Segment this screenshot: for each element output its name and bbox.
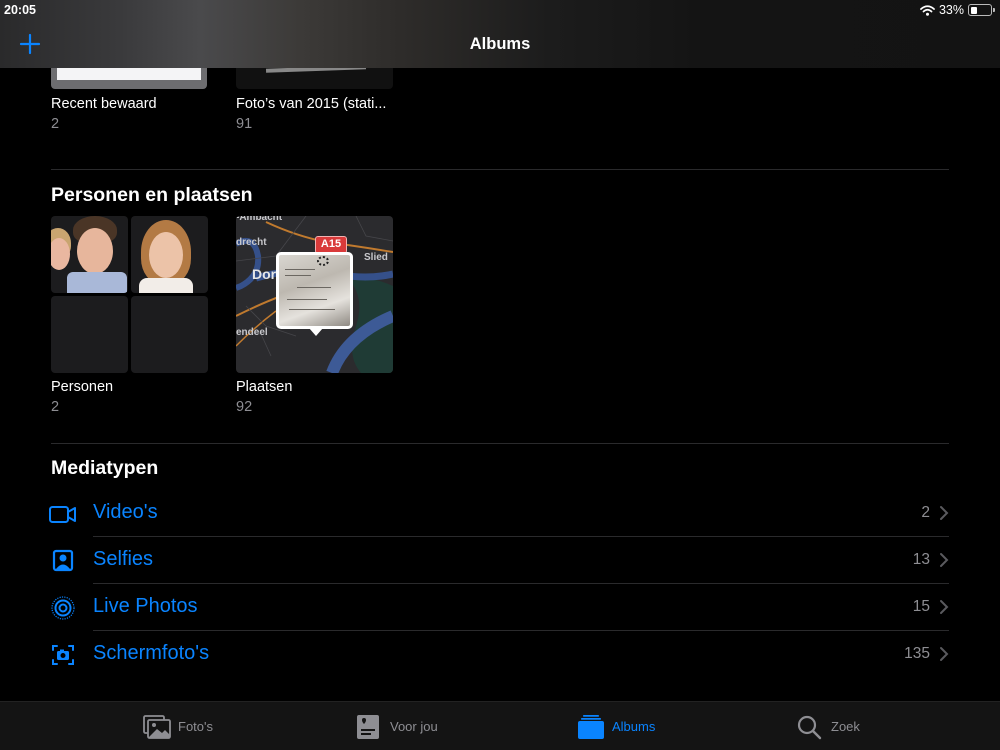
media-row-screenshots[interactable]: Schermfoto's 135 (0, 631, 1000, 678)
tab-bar: Foto's Voor jou Albums Zoek (0, 701, 1000, 750)
media-count: 2 (921, 504, 930, 521)
status-indicators: 33% (920, 3, 995, 17)
video-camera-icon (49, 506, 76, 523)
tab-label: Zoek (831, 719, 860, 734)
tab-label: Voor jou (390, 719, 438, 734)
map-label: endeel (236, 327, 268, 338)
places-album-title: Plaatsen (236, 379, 293, 395)
tab-label: Foto's (178, 719, 213, 734)
tab-for-you[interactable]: Voor jou (355, 702, 438, 750)
tab-search[interactable]: Zoek (796, 702, 860, 750)
places-album-count: 92 (236, 399, 253, 415)
page-title: Albums (469, 35, 531, 53)
map-label: drecht (236, 237, 267, 248)
section-divider (51, 169, 949, 170)
media-count: 135 (904, 645, 930, 662)
person-photo (51, 216, 128, 293)
live-photo-icon (51, 596, 75, 620)
media-label: Video's (93, 501, 158, 523)
media-label: Live Photos (93, 595, 198, 617)
battery-icon (968, 4, 995, 16)
media-count: 13 (912, 551, 930, 568)
map-label: -Ambacht (236, 216, 283, 223)
album-count: 91 (236, 116, 253, 132)
selfie-portrait-icon (52, 549, 74, 572)
chevron-right-icon (940, 506, 949, 520)
person-placeholder (51, 296, 128, 373)
albums-scroll-content[interactable]: Recent bewaard 2 Foto’s van 2015 (stati.… (0, 0, 1000, 750)
people-album-count: 2 (51, 399, 60, 415)
media-row-live-photos[interactable]: Live Photos 15 (0, 584, 1000, 631)
media-row-videos[interactable]: Video's 2 (0, 490, 1000, 537)
person-placeholder (131, 296, 208, 373)
section-title-people-places: Personen en plaatsen (51, 184, 253, 206)
albums-icon (578, 714, 604, 739)
people-album-title: Personen (51, 379, 114, 395)
tab-photos[interactable]: Foto's (143, 702, 213, 750)
screenshot-icon (52, 645, 74, 665)
media-label: Schermfoto's (93, 642, 210, 664)
photos-icon (143, 714, 171, 739)
people-album-thumbnail[interactable] (51, 216, 208, 373)
person-photo (131, 216, 208, 293)
search-icon (797, 715, 822, 739)
media-row-selfies[interactable]: Selfies 13 (0, 537, 1000, 584)
places-map-thumbnail[interactable]: -Ambacht drecht Dor Slied endeel A15 (236, 216, 393, 373)
media-count: 15 (912, 598, 930, 615)
map-label: Dor (252, 266, 277, 282)
wifi-icon (920, 4, 935, 16)
album-count: 2 (51, 116, 60, 132)
section-title-media-types: Mediatypen (51, 457, 159, 479)
section-divider (51, 443, 949, 444)
for-you-icon (357, 714, 379, 739)
battery-percent: 33% (938, 3, 964, 17)
map-label: Slied (364, 252, 388, 263)
media-label: Selfies (93, 548, 154, 570)
album-title: Recent bewaard (51, 96, 157, 112)
chevron-right-icon (940, 647, 949, 661)
map-pin-tip (309, 328, 323, 336)
chevron-right-icon (940, 553, 949, 567)
status-time: 20:05 (4, 3, 36, 17)
tab-albums[interactable]: Albums (577, 702, 655, 750)
navigation-bar: 20:05 33% Albums (0, 0, 1000, 68)
chevron-right-icon (940, 600, 949, 614)
album-title: Foto’s van 2015 (stati... (236, 96, 387, 112)
tab-label: Albums (612, 719, 656, 734)
map-photo-pin (276, 252, 353, 329)
